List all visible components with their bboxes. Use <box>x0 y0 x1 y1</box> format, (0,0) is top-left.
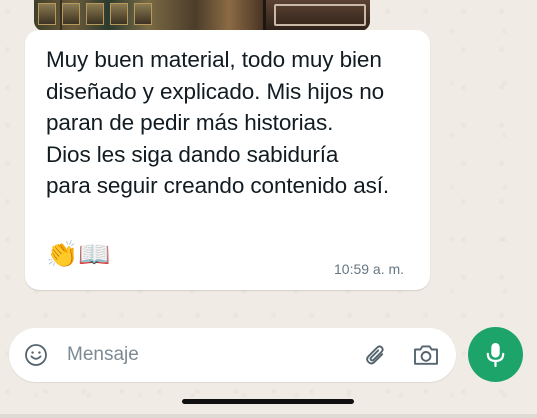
image-thumbnail <box>62 3 80 25</box>
home-indicator[interactable] <box>182 399 354 404</box>
image-thumbnail <box>86 3 104 25</box>
message-input[interactable] <box>67 342 327 368</box>
image-photo <box>263 0 370 31</box>
image-thumbnail <box>110 3 128 25</box>
screen-edge <box>0 414 537 418</box>
message-timestamp: 10:59 a. m. <box>334 261 405 277</box>
message-text: Muy buen material, todo muy bien diseñad… <box>46 47 390 198</box>
image-thumbnail <box>38 3 56 25</box>
message-emojis: 👏📖 <box>46 240 111 270</box>
paperclip-icon[interactable] <box>363 342 389 368</box>
microphone-icon <box>486 343 505 368</box>
microphone-button[interactable] <box>468 327 523 382</box>
emoji-icon[interactable] <box>24 343 48 367</box>
image-thumbnail <box>134 3 152 25</box>
previous-image-message[interactable] <box>34 0 370 31</box>
camera-icon[interactable] <box>412 343 440 367</box>
